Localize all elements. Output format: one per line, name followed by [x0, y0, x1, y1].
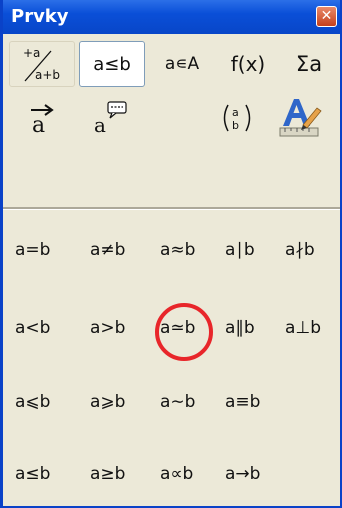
- relation-greater[interactable]: a>b: [90, 313, 156, 343]
- window-title: Prvky: [11, 6, 69, 27]
- unary-binary-operators-button[interactable]: +a a+b: [9, 41, 75, 87]
- svg-text:a: a: [232, 106, 239, 119]
- set-operations-icon: a∊A: [164, 54, 200, 74]
- relations-grid: a=b a≠b a≈b a∣b a∤b a<b a>b a≃b a∥b a⊥b …: [3, 210, 340, 506]
- relation-less-slant[interactable]: a⩽b: [15, 387, 81, 417]
- relations-icon: a≤b: [93, 53, 131, 75]
- title-bar[interactable]: Prvky ✕: [3, 0, 340, 34]
- formats-button[interactable]: [271, 95, 329, 141]
- relation-similar[interactable]: a∼b: [160, 387, 226, 417]
- brackets-button[interactable]: a b: [209, 95, 265, 141]
- unary-binary-operators-icon: +a a+b: [23, 46, 60, 82]
- others-icon: a: [94, 101, 127, 137]
- relation-less-equal[interactable]: a≤b: [15, 459, 81, 489]
- svg-text:b: b: [232, 119, 239, 132]
- svg-text:a: a: [94, 113, 106, 137]
- relation-not-equal[interactable]: a≠b: [90, 235, 156, 265]
- relation-proportional[interactable]: a∝b: [160, 459, 226, 489]
- svg-text:+a: +a: [23, 46, 40, 60]
- relation-greater-equal[interactable]: a≥b: [90, 459, 156, 489]
- relation-greater-slant[interactable]: a⩾b: [90, 387, 156, 417]
- formats-icon: [279, 99, 322, 137]
- relation-approx[interactable]: a≈b: [160, 235, 226, 265]
- relation-less[interactable]: a<b: [15, 313, 81, 343]
- set-operations-button[interactable]: a∊A: [149, 41, 215, 87]
- attributes-icon: a: [31, 104, 54, 138]
- functions-button[interactable]: f(x): [219, 41, 277, 87]
- close-button[interactable]: ✕: [316, 6, 337, 27]
- relation-not-divides[interactable]: a∤b: [285, 235, 342, 265]
- relation-simeq[interactable]: a≃b: [160, 313, 226, 343]
- relation-orthogonal[interactable]: a⊥b: [285, 313, 342, 343]
- relation-toward[interactable]: a→b: [225, 459, 291, 489]
- attributes-button[interactable]: a: [17, 95, 69, 141]
- brackets-icon: a b: [223, 104, 251, 132]
- others-button[interactable]: a: [81, 95, 141, 141]
- elements-window: Prvky ✕ +a a+b a≤b a∊A f(x) Σa a a a b a…: [0, 0, 342, 508]
- svg-text:a+b: a+b: [35, 68, 60, 82]
- svg-text:a: a: [32, 113, 45, 138]
- category-toolbar: +a a+b a≤b a∊A f(x) Σa a a a b: [3, 34, 340, 207]
- relation-equal[interactable]: a=b: [15, 235, 81, 265]
- operators-button[interactable]: Σa: [281, 41, 337, 87]
- relation-identical[interactable]: a≡b: [225, 387, 291, 417]
- operators-icon: Σa: [295, 52, 323, 76]
- relation-divides[interactable]: a∣b: [225, 235, 291, 265]
- relation-parallel[interactable]: a∥b: [225, 313, 291, 343]
- relations-button[interactable]: a≤b: [79, 41, 145, 87]
- functions-icon: f(x): [230, 52, 266, 76]
